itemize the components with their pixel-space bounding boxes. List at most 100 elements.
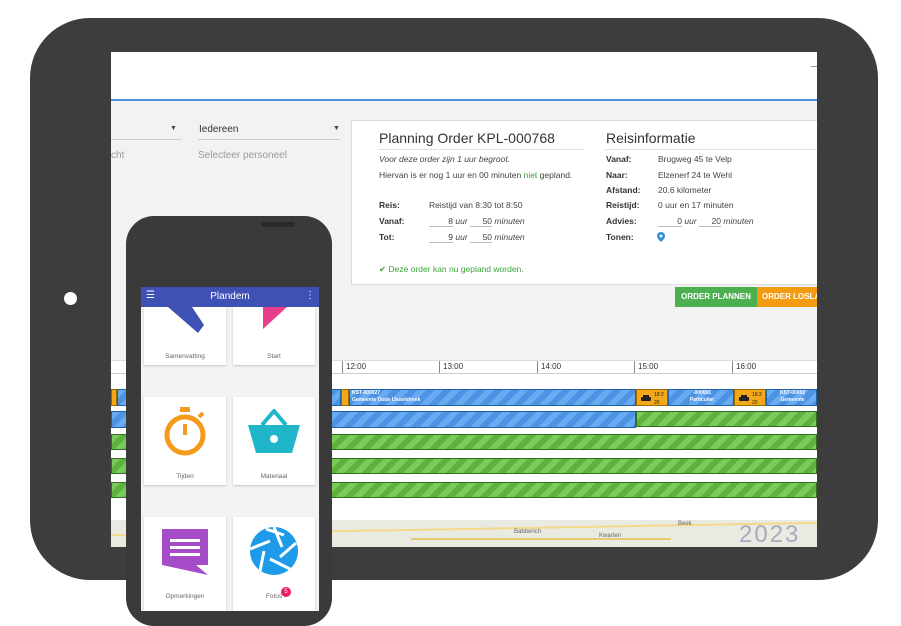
tonen-label: Tonen: <box>606 232 634 242</box>
map-label: Kwarten <box>599 533 622 539</box>
planning-note: Voor deze order zijn 1 uur begroot. <box>379 154 511 164</box>
order-client: Particulier <box>689 397 715 403</box>
phone-speaker <box>261 222 295 227</box>
hour-tick: 16:00 <box>732 361 756 373</box>
start-icon <box>263 307 287 329</box>
vanaf-hours-input[interactable]: 8 <box>429 216 453 227</box>
order-code: KST-00002 <box>779 390 806 396</box>
order-client: Gemeente <box>780 397 805 403</box>
order-plannen-button[interactable]: ORDER PLANNEN <box>675 287 757 307</box>
person-select-placeholder: Selecteer personeel <box>198 150 287 161</box>
travel-row-value: 0 uur en 17 minuten <box>658 200 734 210</box>
remaining-text: Hiervan is er nog 1 uur en 00 minuten <box>379 170 524 180</box>
travel-row-label: Vanaf: <box>606 154 632 164</box>
car-icon <box>739 395 749 401</box>
travel-row-value: Brugweg 45 te Velp <box>658 154 732 164</box>
phone-app-bar: ☰ Plandem ⋮ <box>141 287 319 307</box>
order-loslaten-button[interactable]: ORDER LOSLA <box>757 287 817 307</box>
photo-count-badge: 5 <box>281 587 291 597</box>
tile-opmerkingen[interactable]: Opmerkingen <box>144 517 226 611</box>
unit-minuten: minuten <box>494 216 525 226</box>
travel-row-value: Elzenerf 24 te Wehl <box>658 170 733 180</box>
travel-block[interactable] <box>341 389 349 406</box>
tot-time: 9 uur 50 minuten <box>429 232 525 243</box>
menu-dash-icon <box>811 66 817 67</box>
remaining-suffix: gepland. <box>537 170 573 180</box>
unit-uur: uur <box>455 216 468 226</box>
tot-minutes-input[interactable]: 50 <box>470 232 493 243</box>
hour-tick: 15:00 <box>634 361 658 373</box>
order-block[interactable]: KST-000027 Gemeente Oude IJsselstreek <box>349 389 636 406</box>
advies-label: Advies: <box>606 216 637 226</box>
vanaf-time: 8 uur 50 minuten <box>429 216 525 227</box>
tile-samenvatting[interactable]: Samenvatting <box>144 307 226 365</box>
divider <box>605 149 817 150</box>
travel-row-value: 20.6 kilometer <box>658 185 712 195</box>
travel-block[interactable]: 18:2 20 <box>734 389 766 406</box>
planning-title: Planning Order KPL-000768 <box>379 130 555 146</box>
map-watermark: 2023 <box>739 521 801 547</box>
order-code: KST-000027 <box>352 390 381 396</box>
reis-value: Reistijd van 8:30 tot 8:50 <box>429 200 523 210</box>
travel-title: Reisinformatie <box>606 130 696 146</box>
unit-minuten: minuten <box>723 216 754 226</box>
chevron-down-icon[interactable]: ▼ <box>170 125 177 132</box>
reis-label: Reis: <box>379 200 400 210</box>
tile-label: Tijden <box>176 473 194 480</box>
person-select-line <box>198 139 340 140</box>
tile-label: Samenvatting <box>165 353 205 360</box>
map-label: Beek <box>678 521 692 527</box>
tile-label: Start <box>267 353 281 360</box>
tablet-home-button[interactable] <box>64 292 77 305</box>
top-bar <box>111 52 817 101</box>
divider <box>378 149 584 150</box>
phone-app-title: Plandem <box>210 291 250 302</box>
tile-tijden[interactable]: Tijden <box>144 397 226 485</box>
unit-minuten: minuten <box>494 232 525 242</box>
comment-icon <box>162 529 208 575</box>
planning-remaining: Hiervan is er nog 1 uur en 00 minuten ni… <box>379 170 572 180</box>
order-block[interactable]: -000001 Particulier <box>668 389 734 406</box>
travel-block[interactable]: 18:2 20 <box>636 389 668 406</box>
tile-start[interactable]: Start <box>233 307 315 365</box>
travel-row-label: Reistijd: <box>606 200 640 210</box>
tile-label: Opmerkingen <box>165 593 205 600</box>
hour-tick: 14:00 <box>537 361 561 373</box>
more-vert-icon[interactable]: ⋮ <box>305 290 315 301</box>
tile-fotos[interactable]: Fotos 5 <box>233 517 315 611</box>
order-block[interactable]: KST-00002 Gemeente <box>766 389 817 406</box>
phone-screen: ☰ Plandem ⋮ Samenvatting Start Tijden Ma… <box>141 287 319 611</box>
unit-uur: uur <box>684 216 697 226</box>
tile-label: Fotos <box>265 593 283 600</box>
travel-row-label: Afstand: <box>606 185 641 195</box>
remaining-highlight: niet <box>523 170 538 180</box>
car-icon <box>641 395 651 401</box>
car-time: 18:2 20 <box>654 392 664 406</box>
travel-row-label: Naar: <box>606 170 628 180</box>
hour-tick: 13:00 <box>439 361 463 373</box>
map-pin-icon[interactable] <box>657 232 665 242</box>
tot-hours-input[interactable]: 9 <box>429 232 453 243</box>
person-select[interactable]: Iedereen <box>199 124 238 135</box>
camera-aperture-icon <box>249 526 298 575</box>
planning-status: ✔ Deze order kan nu gepland worden. <box>379 264 524 274</box>
available-block[interactable] <box>636 411 817 427</box>
vanaf-label: Vanaf: <box>379 216 405 226</box>
map-road <box>411 538 671 540</box>
vanaf-minutes-input[interactable]: 50 <box>470 216 493 227</box>
hour-tick: 12:00 <box>342 361 366 373</box>
advies-minutes: 20 <box>699 216 722 227</box>
tot-label: Tot: <box>379 232 395 242</box>
order-code: -000001 <box>692 390 712 396</box>
order-client: Gemeente Oude IJsselstreek <box>352 397 421 403</box>
unit-uur: uur <box>455 232 468 242</box>
tile-materiaal[interactable]: Materiaal <box>233 397 315 485</box>
tile-label: Materiaal <box>260 473 288 480</box>
chevron-down-icon[interactable]: ▼ <box>333 125 340 132</box>
summary-icon <box>168 307 204 333</box>
advies-hours: 0 <box>658 216 682 227</box>
left-select-line <box>111 139 181 140</box>
basket-icon <box>248 409 300 453</box>
car-time: 18:2 20 <box>752 392 762 406</box>
advies-time: 0 uur 20 minuten <box>658 216 754 227</box>
